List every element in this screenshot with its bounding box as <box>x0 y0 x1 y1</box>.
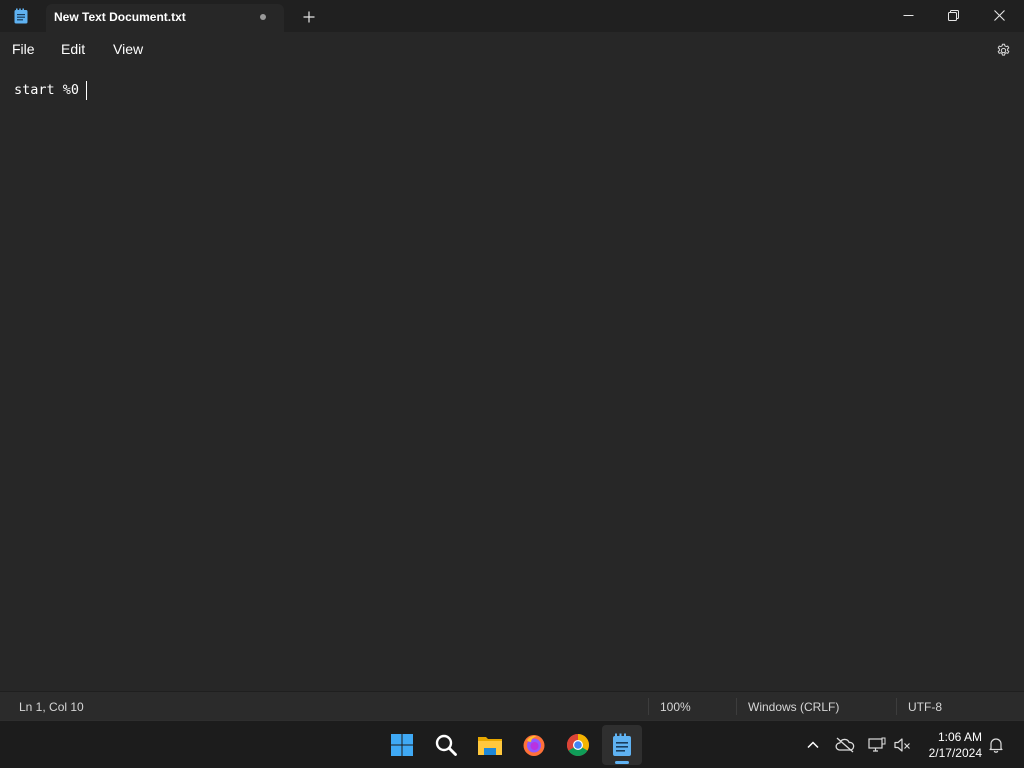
notepad-icon <box>613 733 631 756</box>
start-button[interactable] <box>382 725 422 765</box>
tab-document[interactable]: New Text Document.txt <box>46 4 284 32</box>
tab-title: New Text Document.txt <box>54 10 186 24</box>
editor-content: start %0 <box>14 82 88 98</box>
minimize-button[interactable] <box>885 0 931 30</box>
system-clock[interactable]: 1:06 AM 2/17/2024 <box>918 729 982 761</box>
volume-muted-icon <box>894 738 910 752</box>
chrome-icon <box>567 734 589 756</box>
active-app-indicator <box>615 761 629 764</box>
taskbar: 1:06 AM 2/17/2024 <box>0 720 1024 768</box>
status-bar: Ln 1, Col 10 100% Windows (CRLF) UTF-8 <box>0 691 1024 720</box>
network-button[interactable] <box>865 733 889 757</box>
search-icon <box>435 734 457 756</box>
plus-icon <box>303 11 315 23</box>
cursor-position[interactable]: Ln 1, Col 10 <box>19 692 84 721</box>
title-bar: New Text Document.txt <box>0 0 1024 32</box>
status-divider <box>648 698 649 715</box>
text-caret <box>86 81 87 100</box>
menu-edit[interactable]: Edit <box>59 32 87 66</box>
file-explorer-button[interactable] <box>470 725 510 765</box>
menu-bar: File Edit View <box>0 32 1024 66</box>
windows-start-icon <box>391 734 413 756</box>
restore-button[interactable] <box>930 0 976 30</box>
clock-date: 2/17/2024 <box>928 746 982 760</box>
menu-view[interactable]: View <box>111 32 145 66</box>
gear-icon <box>997 43 1009 56</box>
clock-time: 1:06 AM <box>937 730 982 744</box>
minimize-icon <box>903 14 913 16</box>
settings-button[interactable] <box>992 39 1014 61</box>
chevron-up-icon <box>807 741 819 749</box>
notepad-app-icon <box>14 8 28 24</box>
new-tab-button[interactable] <box>298 6 320 28</box>
search-button[interactable] <box>426 725 466 765</box>
unsaved-dot-icon[interactable] <box>260 14 266 20</box>
file-explorer-icon <box>478 737 502 755</box>
onedrive-offline-icon <box>835 737 855 753</box>
line-ending[interactable]: Windows (CRLF) <box>748 692 839 721</box>
menu-file[interactable]: File <box>10 32 37 66</box>
firefox-button[interactable] <box>514 725 554 765</box>
close-button[interactable] <box>976 0 1022 30</box>
zoom-level[interactable]: 100% <box>660 692 691 721</box>
onedrive-button[interactable] <box>833 733 857 757</box>
text-editor[interactable]: start %0 <box>0 66 1024 691</box>
chrome-button[interactable] <box>558 725 598 765</box>
notepad-taskbar-button[interactable] <box>602 725 642 765</box>
maximize-icon <box>947 9 959 21</box>
status-divider <box>896 698 897 715</box>
firefox-icon <box>523 735 545 756</box>
volume-button[interactable] <box>891 733 915 757</box>
status-divider <box>736 698 737 715</box>
encoding[interactable]: UTF-8 <box>908 692 942 721</box>
bell-icon <box>989 738 1003 753</box>
close-icon <box>993 9 1005 21</box>
show-hidden-icons-button[interactable] <box>801 733 825 757</box>
notifications-button[interactable] <box>984 733 1008 757</box>
network-icon <box>868 737 886 752</box>
